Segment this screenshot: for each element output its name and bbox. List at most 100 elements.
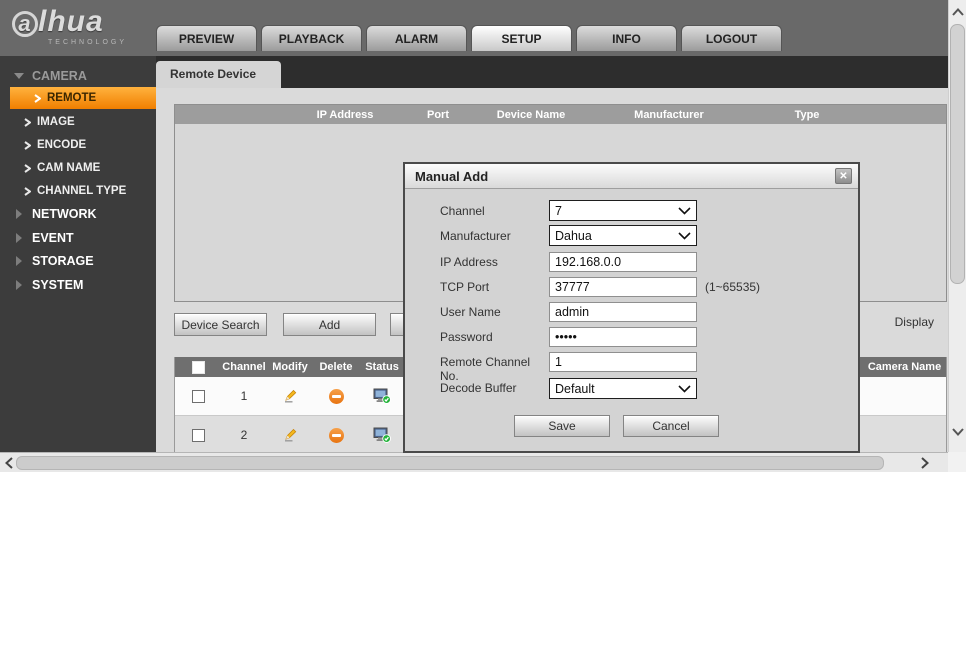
modify-pencil-icon[interactable] (267, 388, 313, 404)
select-all-cell (175, 360, 221, 374)
scroll-left-icon[interactable] (2, 455, 16, 471)
dahua-logo-text: a lhua (12, 6, 152, 38)
chevron-right-icon (24, 186, 31, 196)
row-checkbox-cell (175, 428, 221, 442)
col-device-name: Device Name (496, 108, 566, 121)
scroll-up-icon[interactable] (951, 4, 965, 20)
ip-address-label: IP Address (440, 255, 498, 269)
col-port: Port (427, 108, 449, 121)
nav-tab-playback[interactable]: PLAYBACK (261, 25, 362, 51)
channel-cell: 2 (240, 428, 248, 442)
add-button[interactable]: Add (283, 313, 376, 336)
ip-address-field[interactable] (549, 252, 697, 272)
chevron-right-icon (24, 163, 31, 173)
manufacturer-select-value: Dahua (555, 228, 592, 243)
sidebar-item-label: REMOTE (47, 92, 97, 104)
row-checkbox[interactable] (191, 428, 205, 442)
nav-tab-preview[interactable]: PREVIEW (156, 25, 257, 51)
dahua-logo: a lhua TECHNOLOGY (12, 6, 152, 52)
delete-icon[interactable] (328, 427, 344, 443)
tab-remote-device[interactable]: Remote Device (156, 61, 281, 88)
row-checkbox[interactable] (191, 389, 205, 403)
sidebar-group-label: NETWORK (32, 207, 97, 221)
display-label: Display (894, 315, 934, 329)
col-manufacturer: Manufacturer (634, 108, 704, 121)
sidebar-group-event[interactable]: EVENT (0, 228, 156, 248)
chevron-right-icon (24, 117, 31, 127)
status-connected-icon[interactable] (359, 388, 405, 404)
sidebar-group-label: STORAGE (32, 254, 94, 268)
password-label: Password (440, 330, 493, 344)
sidebar-group-camera[interactable]: CAMERA (0, 66, 156, 86)
dahua-setup-page: a lhua TECHNOLOGY PREVIEW PLAYBACK ALARM … (0, 0, 968, 648)
sidebar-group-network[interactable]: NETWORK (0, 204, 156, 224)
chevron-down-icon (678, 384, 691, 393)
delete-cell (313, 427, 359, 443)
sidebar-item-image[interactable]: IMAGE (0, 112, 156, 132)
sidebar-item-label: CHANNEL TYPE (37, 185, 127, 197)
save-button[interactable]: Save (514, 415, 610, 437)
col-delete: Delete (319, 361, 353, 373)
delete-icon[interactable] (328, 388, 344, 404)
sidebar: CAMERA REMOTE IMAGE ENCODE CAM NAME CHAN… (0, 56, 156, 452)
sidebar-item-encode[interactable]: ENCODE (0, 135, 156, 155)
horizontal-scroll-thumb[interactable] (16, 456, 884, 470)
sidebar-group-storage[interactable]: STORAGE (0, 251, 156, 271)
triangle-right-icon (16, 256, 22, 266)
nav-tab-logout[interactable]: LOGOUT (681, 25, 782, 51)
scrollbar-corner (948, 452, 966, 472)
user-name-label: User Name (440, 305, 501, 319)
chevron-right-icon (34, 93, 41, 103)
col-camera-name: Camera Name (867, 361, 942, 373)
nav-tab-alarm[interactable]: ALARM (366, 25, 467, 51)
horizontal-scrollbar[interactable] (0, 452, 948, 472)
close-icon[interactable]: ✕ (835, 168, 852, 184)
chevron-down-icon (678, 206, 691, 215)
triangle-down-icon (14, 73, 24, 79)
vertical-scrollbar[interactable] (948, 0, 966, 452)
sidebar-group-label: CAMERA (32, 69, 87, 83)
user-name-field[interactable] (549, 302, 697, 322)
channel-select[interactable]: 7 (549, 200, 697, 221)
col-status: Status (365, 361, 399, 373)
nav-tab-setup[interactable]: SETUP (471, 25, 572, 51)
col-modify: Modify (272, 361, 308, 373)
sidebar-group-system[interactable]: SYSTEM (0, 275, 156, 295)
scroll-down-icon[interactable] (951, 424, 965, 440)
channel-cell: 1 (240, 389, 248, 403)
row-checkbox-cell (175, 389, 221, 403)
manual-add-dialog: Manual Add ✕ Channel 7 Manufacturer Dahu… (403, 162, 860, 453)
col-channel: Channel (222, 361, 266, 373)
modify-pencil-icon[interactable] (267, 427, 313, 443)
col-type: Type (794, 108, 820, 121)
scroll-right-icon[interactable] (918, 455, 932, 471)
cancel-button[interactable]: Cancel (623, 415, 719, 437)
triangle-right-icon (16, 280, 22, 290)
vertical-scroll-thumb[interactable] (950, 24, 965, 284)
col-ip-address: IP Address (316, 108, 374, 121)
sidebar-item-channel-type[interactable]: CHANNEL TYPE (0, 181, 156, 201)
select-all-checkbox[interactable] (191, 360, 205, 374)
password-field[interactable] (549, 327, 697, 347)
channel-select-value: 7 (555, 203, 562, 218)
sidebar-item-remote[interactable]: REMOTE (10, 87, 156, 109)
device-search-table-header: IP Address Port Device Name Manufacturer… (175, 105, 946, 124)
tcp-port-field[interactable] (549, 277, 697, 297)
logo-subtitle: TECHNOLOGY (48, 39, 128, 46)
manufacturer-select[interactable]: Dahua (549, 225, 697, 246)
device-search-button[interactable]: Device Search (174, 313, 267, 336)
logo-rest: lhua (38, 5, 104, 38)
decode-buffer-select-value: Default (555, 381, 595, 396)
decode-buffer-select[interactable]: Default (549, 378, 697, 399)
sidebar-item-label: CAM NAME (37, 162, 101, 174)
sidebar-item-label: ENCODE (37, 139, 87, 151)
remote-channel-no-field[interactable] (549, 352, 697, 372)
sidebar-item-cam-name[interactable]: CAM NAME (0, 158, 156, 178)
delete-cell (313, 388, 359, 404)
chevron-right-icon (24, 140, 31, 150)
sidebar-item-label: IMAGE (37, 116, 75, 128)
sidebar-group-label: SYSTEM (32, 278, 84, 292)
status-connected-icon[interactable] (359, 427, 405, 443)
manufacturer-label: Manufacturer (440, 229, 511, 243)
nav-tab-info[interactable]: INFO (576, 25, 677, 51)
